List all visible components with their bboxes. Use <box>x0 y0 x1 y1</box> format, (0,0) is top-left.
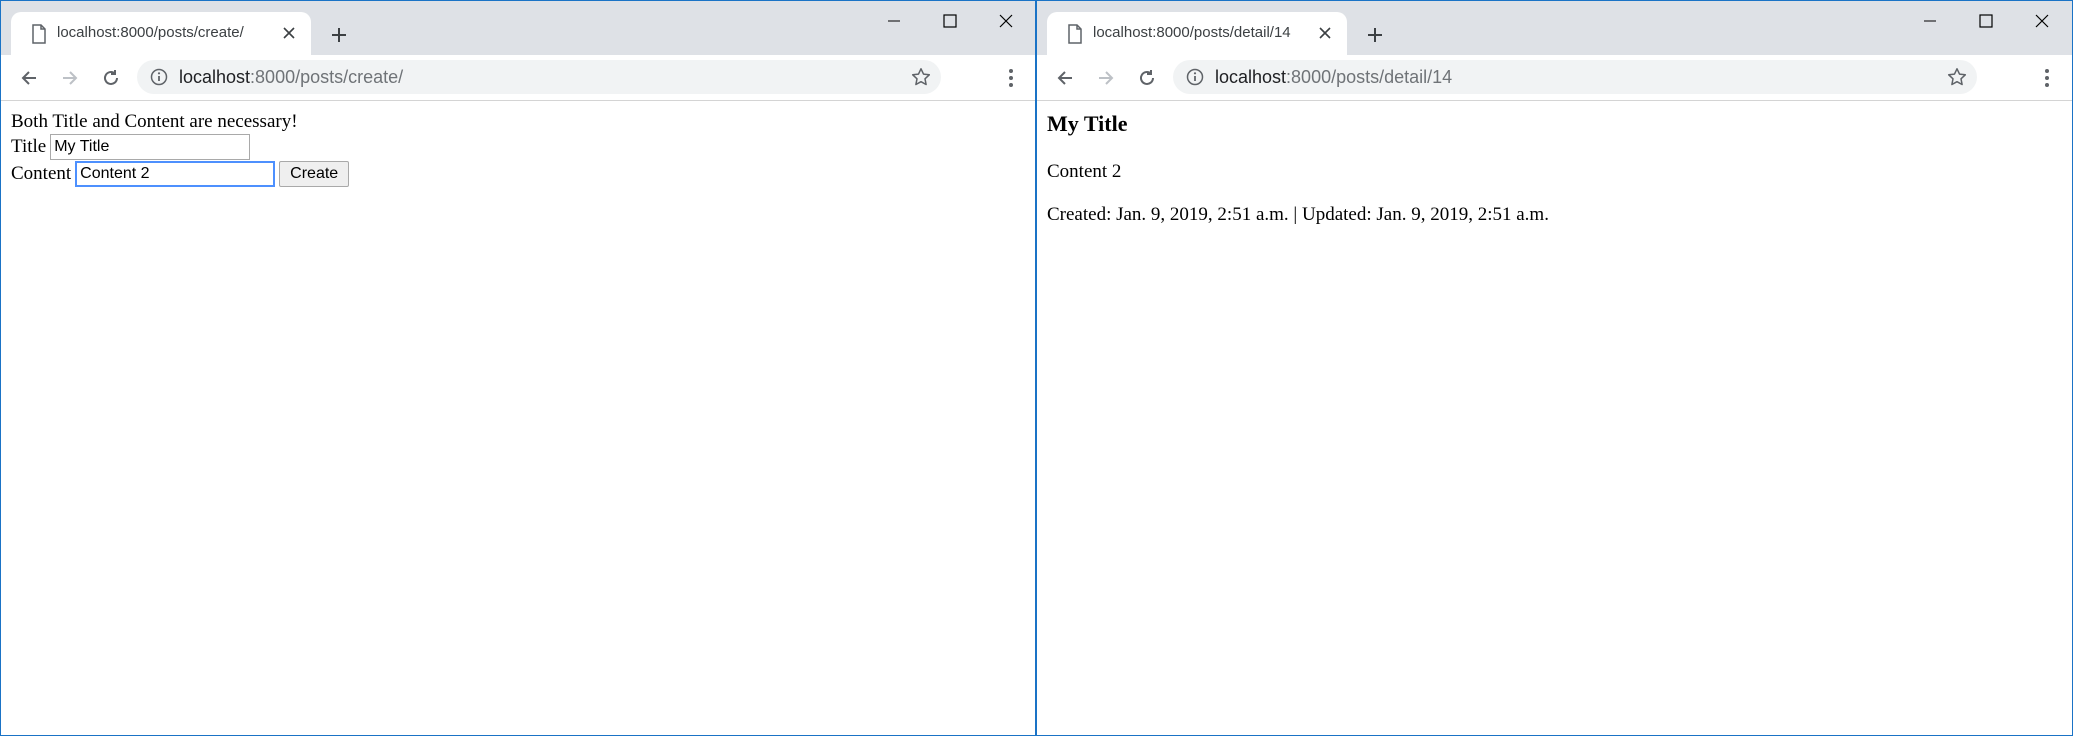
content-label: Content <box>11 163 72 184</box>
post-meta: Created: Jan. 9, 2019, 2:51 a.m. | Updat… <box>1047 204 1549 225</box>
tab-title: localhost:8000/posts/create/ <box>57 24 244 41</box>
back-arrow-icon[interactable] <box>12 61 46 95</box>
window-close-icon[interactable] <box>2013 1 2071 41</box>
minimize-icon[interactable] <box>1901 1 1959 41</box>
page-content: Both Title and Content are necessary! Ti… <box>1 101 1035 735</box>
info-icon[interactable] <box>150 68 168 86</box>
star-icon[interactable] <box>1945 65 1969 89</box>
reload-icon[interactable] <box>1130 61 1164 95</box>
url-host: localhost <box>179 67 251 87</box>
browser-toolbar: localhost:8000/posts/create/ <box>1 55 1035 101</box>
maximize-icon[interactable] <box>921 1 979 41</box>
url-host: localhost <box>1215 67 1287 87</box>
maximize-icon[interactable] <box>1957 1 2015 41</box>
forward-arrow-icon[interactable] <box>1089 61 1123 95</box>
title-row: Title <box>11 134 251 160</box>
validation-message: Both Title and Content are necessary! <box>11 111 298 132</box>
browser-toolbar: localhost:8000/posts/detail/14 <box>1037 55 2072 101</box>
forward-arrow-icon[interactable] <box>53 61 87 95</box>
title-label: Title <box>11 136 47 157</box>
plus-icon[interactable] <box>323 19 355 51</box>
page-content: My Title Content 2 Created: Jan. 9, 2019… <box>1037 101 2072 735</box>
content-input[interactable] <box>75 161 276 187</box>
post-title: My Title <box>1047 111 1128 136</box>
minimize-icon[interactable] <box>865 1 923 41</box>
address-bar[interactable]: localhost:8000/posts/detail/14 <box>1173 60 1977 94</box>
url-path: :8000/posts/detail/14 <box>1286 67 1453 87</box>
url-path: :8000/posts/create/ <box>250 67 404 87</box>
content-row: Content Create <box>11 161 350 187</box>
tab-strip: localhost:8000/posts/create/ <box>1 1 1035 55</box>
star-icon[interactable] <box>909 65 933 89</box>
kebab-menu-icon[interactable] <box>2032 62 2062 94</box>
address-bar[interactable]: localhost:8000/posts/create/ <box>137 60 941 94</box>
tab-strip: localhost:8000/posts/detail/14 <box>1037 1 2072 55</box>
tab-create[interactable]: localhost:8000/posts/create/ <box>11 12 311 55</box>
page-icon <box>30 24 48 44</box>
plus-icon[interactable] <box>1359 19 1391 51</box>
close-icon[interactable] <box>1313 21 1337 45</box>
browser-window-create: localhost:8000/posts/create/ localhost:8… <box>0 0 1036 736</box>
post-content: Content 2 <box>1047 161 1122 182</box>
reload-icon[interactable] <box>94 61 128 95</box>
tab-detail[interactable]: localhost:8000/posts/detail/14 <box>1047 12 1347 55</box>
kebab-menu-icon[interactable] <box>996 62 1026 94</box>
page-icon <box>1066 24 1084 44</box>
close-icon[interactable] <box>277 21 301 45</box>
browser-window-detail: localhost:8000/posts/detail/14 localhost… <box>1036 0 2073 736</box>
url-text: localhost:8000/posts/detail/14 <box>1215 67 1452 88</box>
tab-title: localhost:8000/posts/detail/14 <box>1093 24 1291 41</box>
back-arrow-icon[interactable] <box>1048 61 1082 95</box>
window-close-icon[interactable] <box>977 1 1035 41</box>
url-text: localhost:8000/posts/create/ <box>179 67 403 88</box>
title-input[interactable] <box>50 134 251 160</box>
create-button[interactable]: Create <box>279 161 350 187</box>
info-icon[interactable] <box>1186 68 1204 86</box>
